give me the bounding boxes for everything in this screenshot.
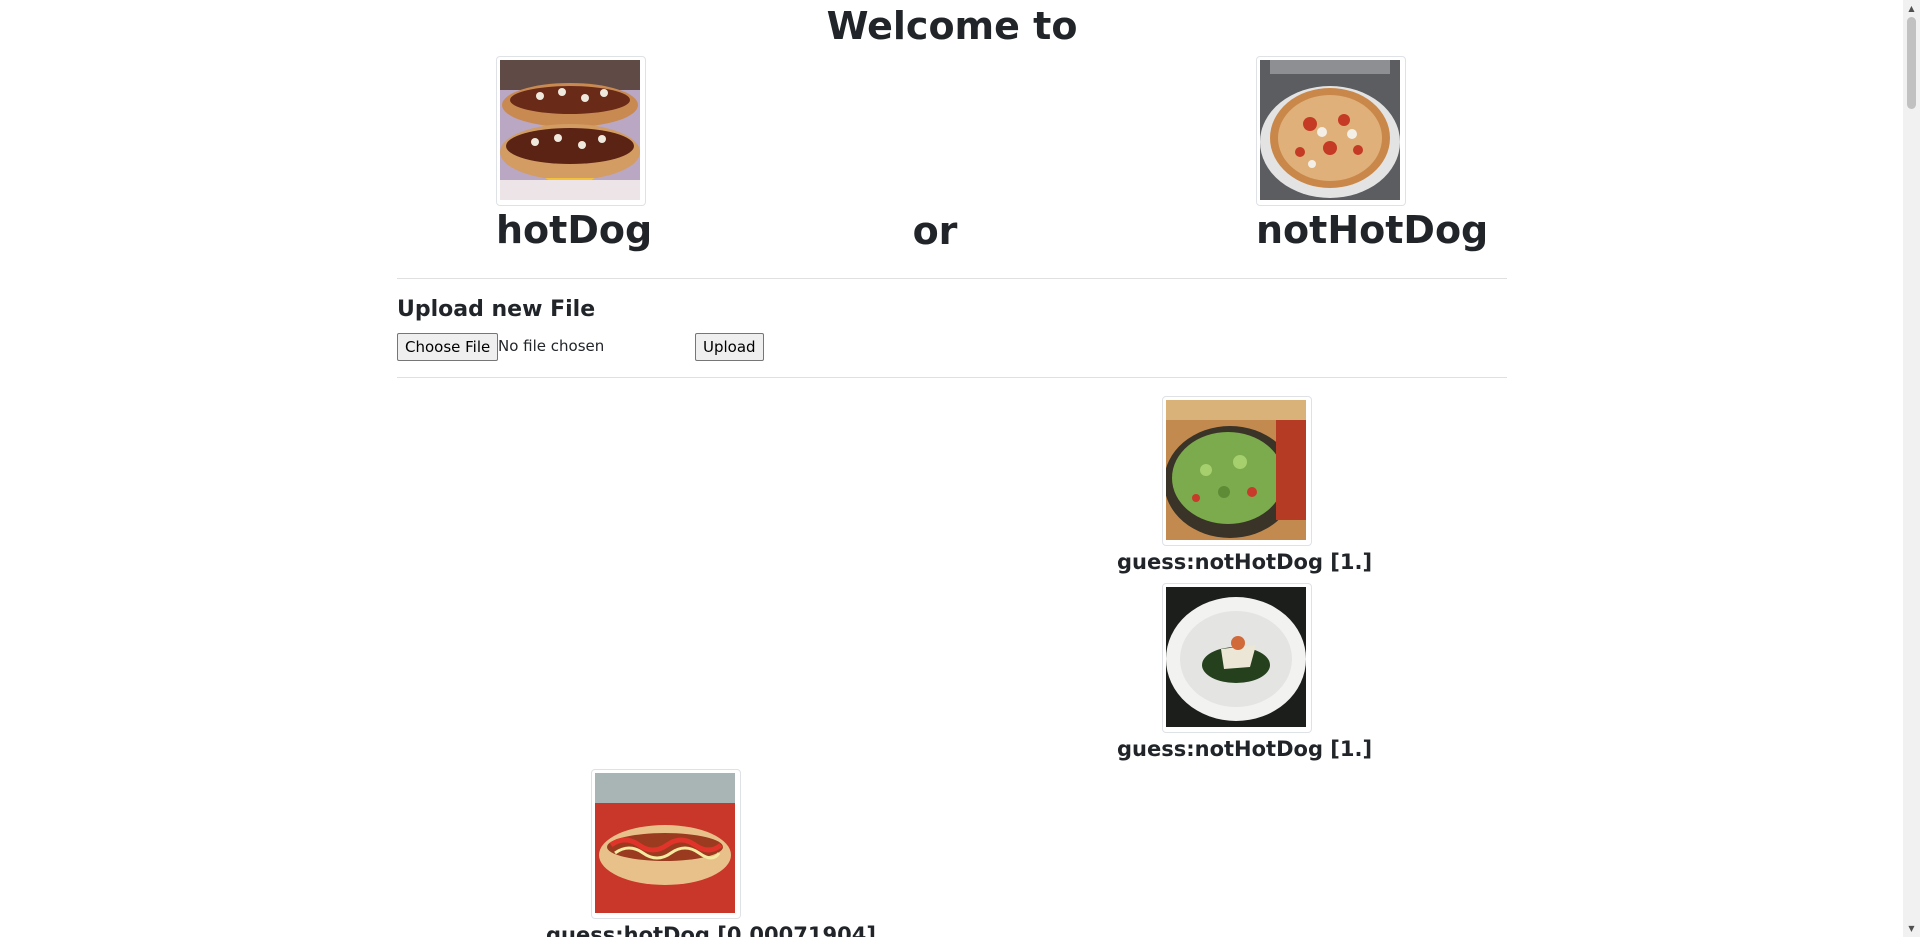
upload-button[interactable]: Upload (695, 333, 764, 361)
scroll-up-icon[interactable]: ▲ (1903, 0, 1920, 17)
hotdog-example-image (496, 56, 646, 206)
hotdog-label: hotDog (496, 208, 653, 252)
nothotdog-example-image (1256, 56, 1406, 206)
upload-heading: Upload new File (397, 297, 596, 322)
hero-nothotdog: notHotDog (1256, 56, 1489, 254)
hotdog-photo-icon (595, 773, 735, 913)
plate-photo-icon (1166, 587, 1306, 727)
vertical-scrollbar[interactable]: ▲ ▼ (1903, 0, 1920, 937)
divider-top (397, 278, 1507, 279)
result-item: guess:hotDog [0.00071904] (546, 769, 876, 937)
pizza-photo-icon (1260, 60, 1400, 200)
result-caption: guess:hotDog [0.00071904] (546, 923, 876, 937)
page-title: Welcome to (826, 4, 1078, 48)
result-image (1162, 583, 1312, 733)
result-caption: guess:notHotDog [1.] (1117, 550, 1373, 574)
divider-bottom (397, 377, 1507, 378)
result-item: guess:notHotDog [1.] (1117, 396, 1373, 576)
result-image (1162, 396, 1312, 546)
result-caption: guess:notHotDog [1.] (1117, 737, 1373, 761)
no-file-chosen-text: No file chosen (498, 337, 605, 355)
result-item: guess:notHotDog [1.] (1117, 583, 1373, 763)
page: Welcome to hotDog or notHotDog Upload ne… (0, 0, 1903, 937)
or-label: or (912, 209, 958, 253)
scroll-down-icon[interactable]: ▼ (1903, 920, 1920, 937)
hero-hotdog: hotDog (496, 56, 653, 254)
hotdog-photo-icon (500, 60, 640, 200)
choose-file-button[interactable]: Choose File (397, 333, 499, 361)
nothotdog-label: notHotDog (1256, 208, 1489, 252)
scrollbar-thumb[interactable] (1907, 17, 1916, 109)
guacamole-photo-icon (1166, 400, 1306, 540)
result-image (591, 769, 741, 919)
